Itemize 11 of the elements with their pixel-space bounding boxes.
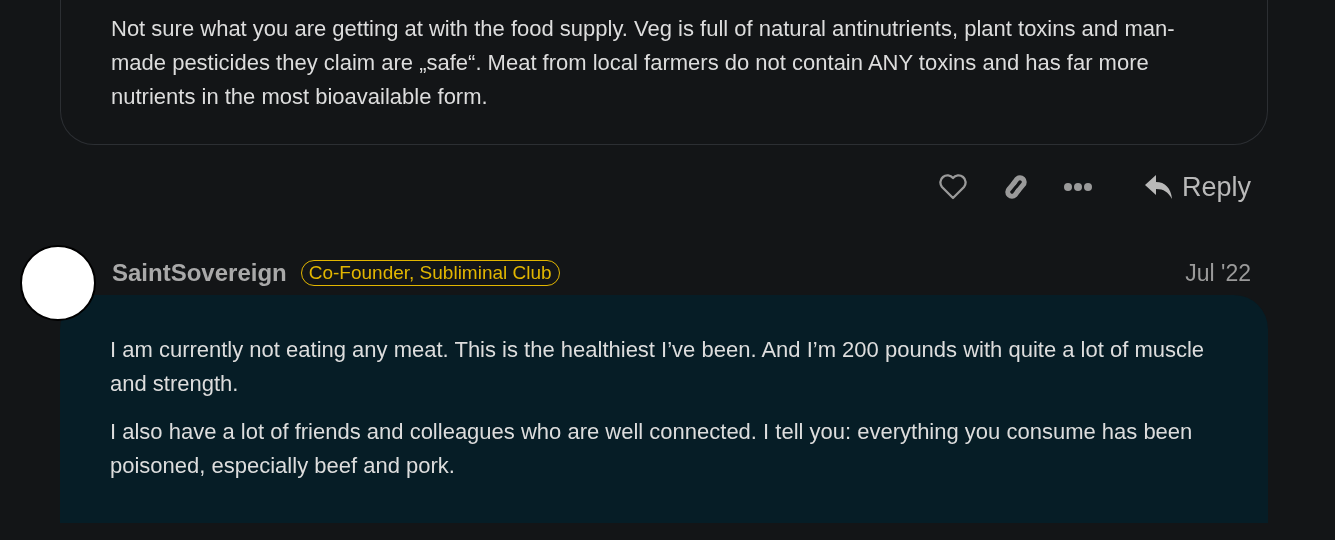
- more-icon: [1063, 182, 1092, 192]
- username[interactable]: SaintSovereign: [112, 259, 287, 287]
- post-paragraph: Not sure what you are getting at with the food supply. Veg is full of natural antinutrients, plant toxins and man-made pesticides they claim are „safe“. Meat from local farmers do not contain ANY toxins and has far more nutrients in the most bioavailable form.: [111, 15, 1176, 111]
- post-date[interactable]: Jul '22: [1185, 259, 1251, 287]
- reply-arrow-icon: [1143, 174, 1174, 200]
- like-button[interactable]: [937, 174, 968, 200]
- heart-icon: [937, 174, 968, 200]
- post-paragraph: I also have a lot of friends and colleagues who are well connected. I tell you: everything you consume has been poisoned, especially beef and pork.: [110, 418, 1194, 480]
- post-paragraph: I am currently not eating any meat. This is the healthiest I’ve been. And I’m 200 pounds with quite a lot of muscle and strength.: [110, 336, 1206, 398]
- more-button[interactable]: [1063, 182, 1092, 192]
- reply-button[interactable]: Reply: [1143, 171, 1251, 203]
